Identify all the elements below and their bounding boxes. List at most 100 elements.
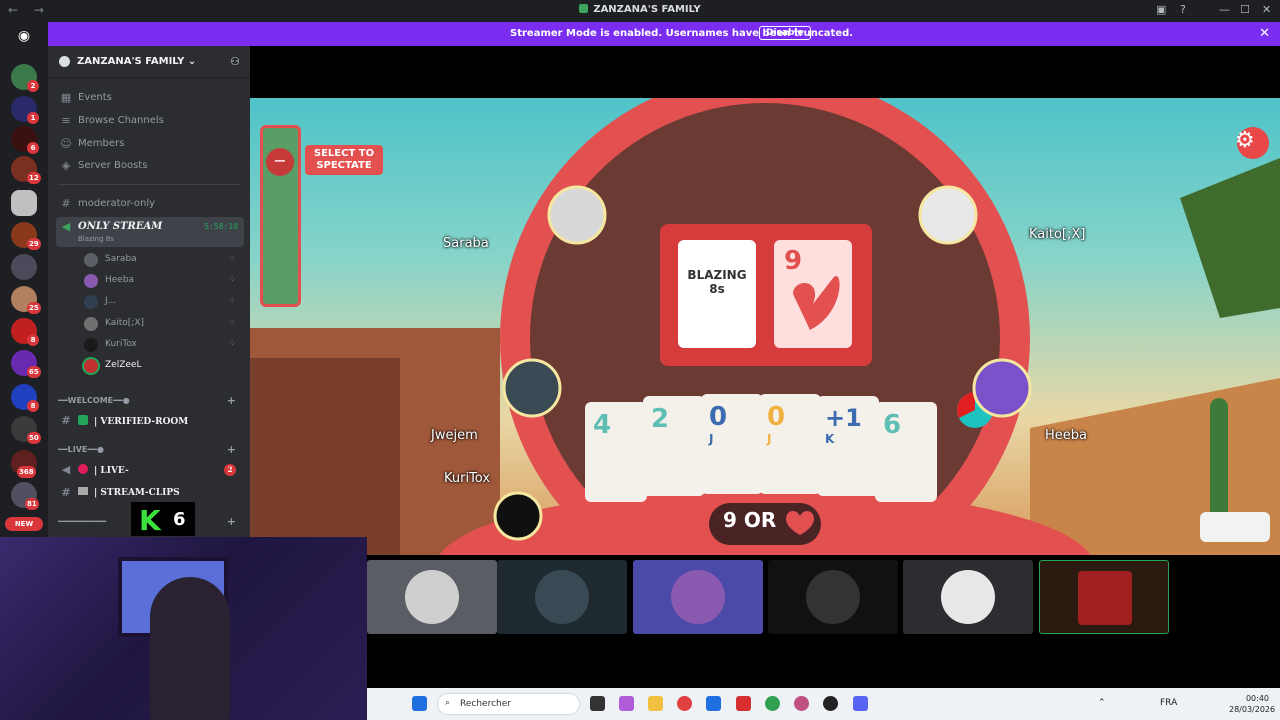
close-window-button[interactable]: ✕ xyxy=(1262,3,1271,16)
player-avatar[interactable] xyxy=(493,491,543,541)
server-icon[interactable]: 2 xyxy=(11,64,39,92)
server-icon[interactable]: 50 xyxy=(11,416,41,444)
server-icon[interactable]: 368 xyxy=(11,450,37,478)
channel-stream-clips[interactable]: # | STREAM-CLIPS xyxy=(56,483,244,503)
server-badge: 1 xyxy=(27,112,39,124)
obs-icon[interactable] xyxy=(823,696,838,711)
voice-user[interactable]: Saraba ⁘ xyxy=(78,250,244,270)
help-icon[interactable]: ? xyxy=(1180,3,1186,16)
add-channel-icon[interactable]: + xyxy=(227,443,236,456)
hash-icon: # xyxy=(61,486,71,499)
app-icon[interactable] xyxy=(736,696,751,711)
events-item[interactable]: ▦ Events xyxy=(56,88,244,108)
clock-date: 28/03/2026 xyxy=(1229,705,1276,714)
server-boosts-item[interactable]: ◈ Server Boosts xyxy=(56,156,244,176)
palm-tree xyxy=(1180,158,1280,318)
color-picker[interactable] xyxy=(1200,512,1270,542)
avatar xyxy=(405,570,459,624)
add-channel-icon[interactable]: + xyxy=(227,394,236,407)
language[interactable]: FRA xyxy=(1160,698,1177,708)
player-avatar[interactable] xyxy=(547,185,607,245)
start-icon[interactable] xyxy=(412,696,427,711)
disable-button[interactable]: Disable xyxy=(759,26,811,40)
close-banner-icon[interactable]: ✕ xyxy=(1259,26,1270,41)
invite-icon[interactable]: ⚇ xyxy=(230,55,240,68)
server-icon[interactable]: 6 xyxy=(11,126,39,154)
voice-user[interactable]: Heeba ⁘ xyxy=(78,271,244,291)
explorer-icon[interactable] xyxy=(648,696,663,711)
chrome-icon[interactable] xyxy=(794,696,809,711)
server-icon[interactable] xyxy=(11,190,37,216)
voice-user-name: ZelZeeL xyxy=(105,360,142,370)
category-live[interactable]: ━━LIVE━━● + xyxy=(58,443,244,459)
voice-user[interactable]: ZelZeeL xyxy=(78,356,244,376)
gear-icon[interactable]: ⚙ xyxy=(1235,128,1255,153)
check-icon xyxy=(78,415,88,425)
search-box[interactable]: ⌕ Rechercher xyxy=(437,693,580,715)
members-item[interactable]: ☺ Members xyxy=(56,134,244,154)
participant-tile[interactable] xyxy=(1039,560,1169,634)
participant-tile[interactable] xyxy=(497,560,627,634)
participant-tile[interactable] xyxy=(367,560,497,634)
minus-icon[interactable]: − xyxy=(266,148,294,176)
voice-user[interactable]: KuriTox ⁘ xyxy=(78,335,244,355)
server-badge: 368 xyxy=(17,466,36,478)
server-header[interactable]: ZANZANA'S FAMILY ⌄ ⚇ xyxy=(48,46,250,78)
clock[interactable]: 00:40 28/03/2026 xyxy=(1229,693,1276,715)
player-avatar[interactable] xyxy=(502,358,562,418)
server-icon[interactable]: 1 xyxy=(11,96,39,124)
avatar xyxy=(535,570,589,624)
hand-card[interactable]: 0J xyxy=(701,394,763,494)
boost-icon: ◈ xyxy=(61,159,71,172)
server-icon[interactable]: 8 xyxy=(11,384,39,412)
speaker-icon: ◀ xyxy=(61,220,71,233)
channel-label: | STREAM-CLIPS xyxy=(94,488,180,498)
minimize-button[interactable]: — xyxy=(1219,3,1230,16)
copilot-icon[interactable] xyxy=(619,696,634,711)
maximize-button[interactable]: ☐ xyxy=(1240,3,1250,16)
voice-user[interactable]: Kaito[;X] ⁘ xyxy=(78,314,244,334)
store-icon[interactable] xyxy=(706,696,721,711)
browse-channels-item[interactable]: ≡ Browse Channels xyxy=(56,111,244,131)
hand-card[interactable]: 0J xyxy=(759,394,821,494)
card-sub: K xyxy=(825,432,835,446)
server-icon[interactable]: 81 xyxy=(11,482,39,510)
channel-moderator-only[interactable]: # moderator-only xyxy=(56,194,244,214)
hand-card[interactable]: +1 K xyxy=(817,396,879,496)
voice-channel-only-stream[interactable]: ◀ ONLY STREAM 5:58:10 Blazing 8s xyxy=(56,217,244,247)
discord-icon[interactable] xyxy=(853,696,868,711)
server-icon[interactable]: 25 xyxy=(11,286,41,314)
server-badge: 8 xyxy=(27,400,39,412)
player-avatar[interactable] xyxy=(972,358,1032,418)
voice-user-name: Saraba xyxy=(105,254,137,264)
participant-tile[interactable] xyxy=(903,560,1033,634)
server-icon[interactable]: 8 xyxy=(11,318,39,346)
channel-live[interactable]: ◀ | LIVE- 2 xyxy=(56,460,244,480)
card-value: 0 xyxy=(767,402,786,432)
category-welcome[interactable]: ━━WELCOME━━● + xyxy=(58,394,244,410)
grid-icon: ⁘ xyxy=(228,296,236,306)
participant-tile[interactable] xyxy=(768,560,898,634)
taskbar: ⌕ Rechercher ⌃ FRA 00:40 28/03/2026 xyxy=(367,688,1280,720)
chrome-icon[interactable] xyxy=(765,696,780,711)
chrome-icon[interactable] xyxy=(677,696,692,711)
channel-verified-room[interactable]: # | VERIFIED-ROOM xyxy=(56,411,244,431)
tray-chevron-icon[interactable]: ⌃ xyxy=(1098,698,1106,708)
voice-user[interactable]: J... ⁘ xyxy=(78,292,244,312)
player-avatar[interactable] xyxy=(918,185,978,245)
hand-card[interactable]: 2 xyxy=(643,396,705,496)
server-icon[interactable]: 29 xyxy=(11,222,41,250)
taskview-icon[interactable] xyxy=(590,696,605,711)
discord-home-icon[interactable]: ◉ xyxy=(12,28,36,46)
hand-card[interactable]: 4 xyxy=(585,402,647,502)
hand-card[interactable]: 6 xyxy=(875,402,937,502)
server-icon[interactable]: 65 xyxy=(11,350,41,378)
participant-strip xyxy=(367,560,1173,636)
inbox-icon[interactable]: ▣ xyxy=(1156,3,1166,16)
server-icon[interactable] xyxy=(11,254,37,280)
server-icon[interactable]: 12 xyxy=(11,156,41,184)
server-rail: ◉ 2 1 6 12 29 25 8 65 8 50 368 81 NEW xyxy=(0,22,48,537)
add-channel-icon[interactable]: + xyxy=(227,515,236,528)
participant-tile[interactable] xyxy=(633,560,763,634)
search-text: Rechercher xyxy=(460,699,511,709)
